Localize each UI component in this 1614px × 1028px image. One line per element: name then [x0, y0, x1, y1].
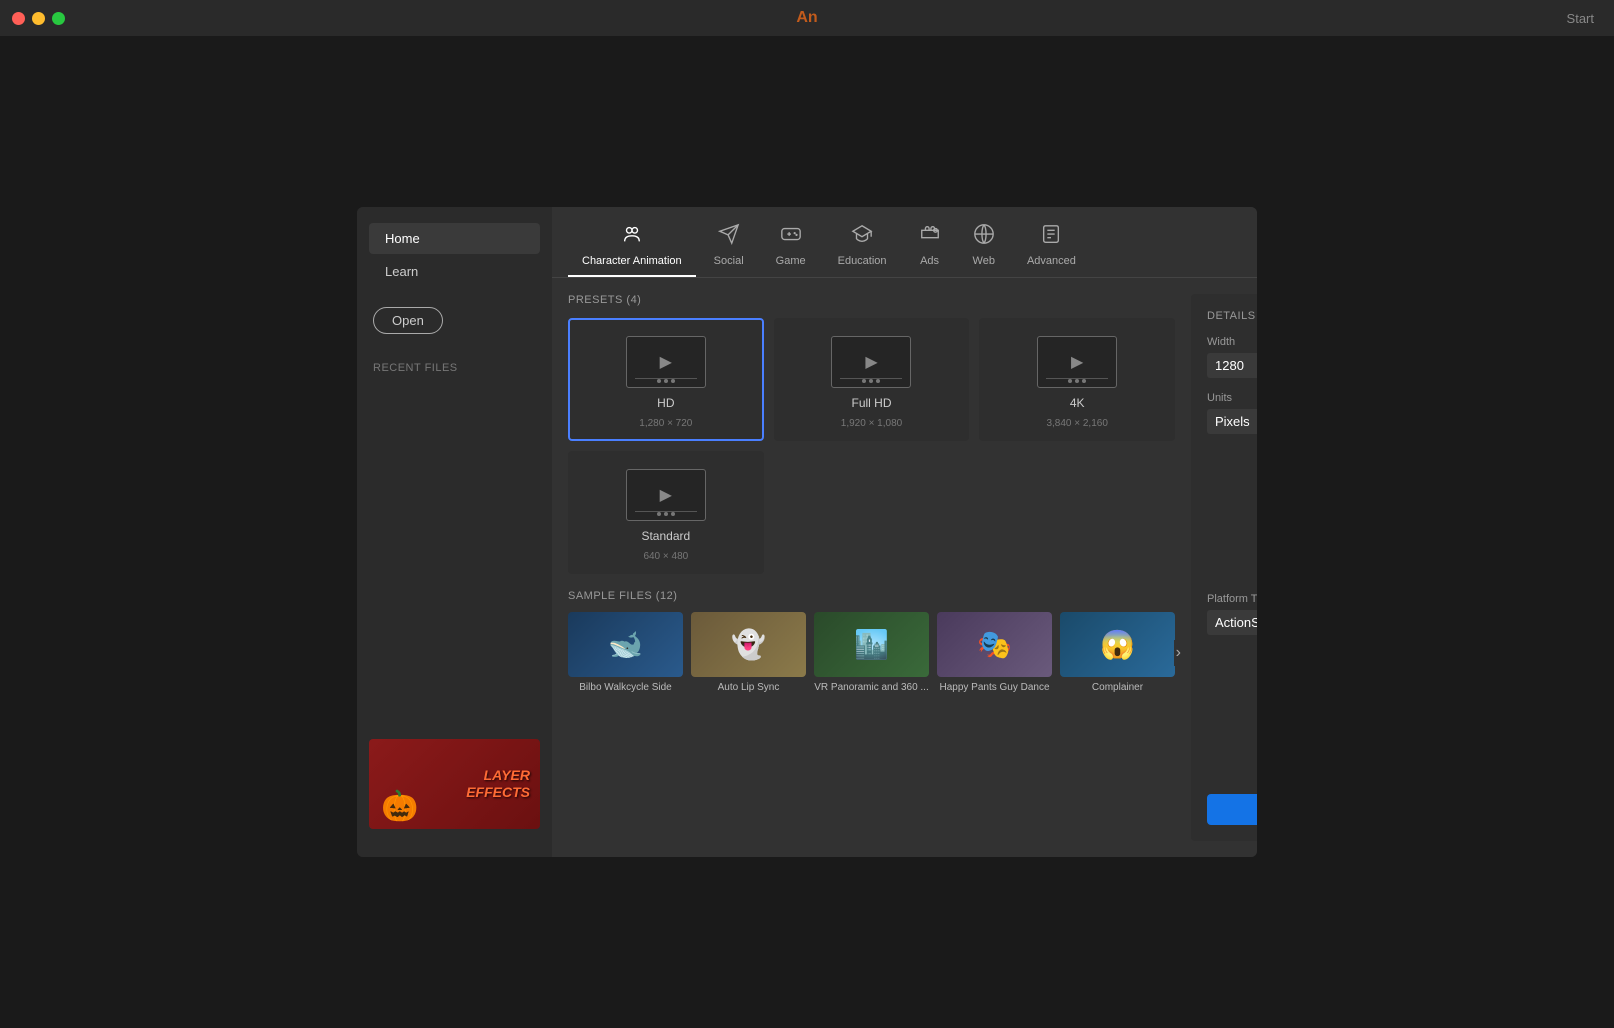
tab-education-label: Education — [838, 255, 887, 267]
preset-hd-name: HD — [657, 396, 674, 410]
units-select[interactable]: Pixels Inches Centimeters — [1207, 409, 1257, 434]
platform-select-wrapper: ActionScript 3.0 HTML5 Canvas WebGL AIR … — [1207, 610, 1257, 635]
tab-education[interactable]: Education — [824, 217, 901, 277]
sample-complainer-name: Complainer — [1060, 681, 1175, 694]
sidebar: Home Learn Open RECENT FILES 🎃 LAYEREFFE… — [357, 207, 552, 857]
sample-vr[interactable]: 🏙️ VR Panoramic and 360 ... — [814, 612, 929, 694]
recent-files-label: RECENT FILES — [373, 362, 536, 374]
tab-social[interactable]: Social — [700, 217, 758, 277]
character-animation-icon — [621, 223, 643, 251]
tab-character-animation[interactable]: Character Animation — [568, 217, 696, 277]
sample-complainer[interactable]: 😱 Complainer — [1060, 612, 1175, 694]
layer-effects-character: 🎃 — [381, 789, 418, 824]
sample-happy[interactable]: 🎭 Happy Pants Guy Dance — [937, 612, 1052, 694]
sample-bilbo-thumb: 🐋 — [568, 612, 683, 677]
web-icon — [973, 223, 995, 251]
sample-bilbo-name: Bilbo Walkcycle Side — [568, 681, 683, 694]
preset-full-hd-name: Full HD — [851, 396, 891, 410]
units-field: Units Pixels Inches Centimeters ▼ — [1207, 392, 1257, 579]
titlebar: An Start — [0, 0, 1614, 36]
sample-autolip[interactable]: 👻 Auto Lip Sync — [691, 612, 806, 694]
preset-4k-icon — [1037, 336, 1117, 388]
content-area: Character Animation Social — [552, 207, 1257, 857]
tab-ads-label: Ads — [920, 255, 939, 267]
width-label: Width — [1207, 336, 1257, 348]
sample-vr-thumb: 🏙️ — [814, 612, 929, 677]
start-label: Start — [1567, 11, 1594, 26]
close-button[interactable] — [12, 12, 25, 25]
sample-files-wrapper: 🐋 Bilbo Walkcycle Side 👻 Auto Lip Sync 🏙… — [568, 612, 1175, 694]
width-field: Width — [1207, 336, 1257, 378]
game-icon — [780, 223, 802, 251]
minimize-button[interactable] — [32, 12, 45, 25]
sample-happy-name: Happy Pants Guy Dance — [937, 681, 1052, 694]
units-select-wrapper: Pixels Inches Centimeters ▼ — [1207, 409, 1257, 434]
sample-bilbo[interactable]: 🐋 Bilbo Walkcycle Side — [568, 612, 683, 694]
preset-hd-icon — [626, 336, 706, 388]
details-panel: DETAILS Width Height Units — [1191, 294, 1257, 841]
preset-4k-size: 3,840 × 2,160 — [1046, 418, 1107, 429]
create-button[interactable]: Create — [1207, 794, 1257, 825]
sidebar-bottom: 🎃 LAYEREFFECTS — [357, 727, 552, 841]
preset-full-hd[interactable]: Full HD 1,920 × 1,080 — [774, 318, 970, 441]
sample-autolip-thumb: 👻 — [691, 612, 806, 677]
tab-advanced-label: Advanced — [1027, 255, 1076, 267]
width-input[interactable] — [1207, 353, 1257, 378]
open-button[interactable]: Open — [373, 307, 443, 334]
tab-game-label: Game — [776, 255, 806, 267]
preset-hd-size: 1,280 × 720 — [639, 418, 692, 429]
advanced-icon — [1040, 223, 1062, 251]
tab-character-animation-label: Character Animation — [582, 255, 682, 267]
preset-standard[interactable]: Standard 640 × 480 — [568, 451, 764, 574]
sample-complainer-thumb: 😱 — [1060, 612, 1175, 677]
presets-panel: PRESETS (4) — [568, 294, 1175, 841]
tab-web[interactable]: Web — [959, 217, 1009, 277]
ads-icon — [919, 223, 941, 251]
preset-4k[interactable]: 4K 3,840 × 2,160 — [979, 318, 1175, 441]
width-height-row: Width Height — [1207, 336, 1257, 378]
details-title: DETAILS — [1207, 310, 1257, 322]
presets-label: PRESETS (4) — [568, 294, 1175, 306]
platform-label: Platform Type — [1207, 593, 1257, 605]
scroll-right-arrow[interactable]: › — [1174, 640, 1183, 666]
sidebar-item-learn[interactable]: Learn — [369, 256, 540, 287]
main-wrapper: Home Learn Open RECENT FILES 🎃 LAYEREFFE… — [0, 36, 1614, 1028]
maximize-button[interactable] — [52, 12, 65, 25]
presets-grid: HD 1,280 × 720 — [568, 318, 1175, 574]
tab-bar: Character Animation Social — [552, 207, 1257, 278]
units-label: Units — [1207, 392, 1257, 404]
platform-field: Platform Type ActionScript 3.0 HTML5 Can… — [1207, 593, 1257, 780]
tab-ads[interactable]: Ads — [905, 217, 955, 277]
layer-effects-title: LAYEREFFECTS — [466, 767, 530, 801]
window-controls[interactable] — [12, 12, 65, 25]
sample-files-section: SAMPLE FILES (12) 🐋 Bilbo Walkcycle Side… — [568, 590, 1175, 694]
app-logo: An — [796, 9, 817, 27]
sample-vr-name: VR Panoramic and 360 ... — [814, 681, 929, 694]
platform-select[interactable]: ActionScript 3.0 HTML5 Canvas WebGL AIR … — [1207, 610, 1257, 635]
sample-files-row: 🐋 Bilbo Walkcycle Side 👻 Auto Lip Sync 🏙… — [568, 612, 1175, 694]
sidebar-nav: Home Learn — [357, 223, 552, 287]
preset-full-hd-size: 1,920 × 1,080 — [841, 418, 902, 429]
tab-web-label: Web — [973, 255, 995, 267]
education-icon — [851, 223, 873, 251]
sidebar-item-home[interactable]: Home — [369, 223, 540, 254]
layer-effects-thumbnail[interactable]: 🎃 LAYEREFFECTS — [369, 739, 540, 829]
social-icon — [718, 223, 740, 251]
tab-game[interactable]: Game — [762, 217, 820, 277]
preset-full-hd-icon — [831, 336, 911, 388]
tab-social-label: Social — [714, 255, 744, 267]
preset-hd[interactable]: HD 1,280 × 720 — [568, 318, 764, 441]
sample-happy-thumb: 🎭 — [937, 612, 1052, 677]
content-body: PRESETS (4) — [552, 278, 1257, 857]
preset-4k-name: 4K — [1070, 396, 1085, 410]
sample-autolip-name: Auto Lip Sync — [691, 681, 806, 694]
sample-files-label: SAMPLE FILES (12) — [568, 590, 1175, 602]
preset-standard-size: 640 × 480 — [643, 551, 688, 562]
preset-standard-name: Standard — [641, 529, 690, 543]
tab-advanced[interactable]: Advanced — [1013, 217, 1090, 277]
preset-standard-icon — [626, 469, 706, 521]
app-window: Home Learn Open RECENT FILES 🎃 LAYEREFFE… — [357, 207, 1257, 857]
